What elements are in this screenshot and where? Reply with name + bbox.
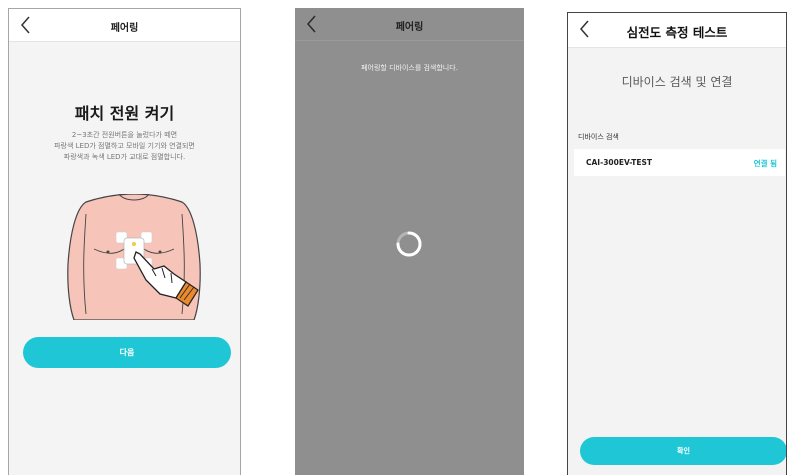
chest-patch-illustration (64, 193, 204, 321)
guide-description-line: 2~3초간 전원버튼을 눌렀다가 떼면 (71, 131, 178, 139)
connection-heading: 디바이스 검색 및 연결 (621, 75, 733, 89)
top-bar: 페어링 (9, 9, 240, 42)
next-button[interactable]: 다음 (23, 337, 231, 368)
screen-power-on-guide: 페어링 패치 전원 켜기 2~3초간 전원버튼을 눌렀다가 떼면 파랑색 LED… (8, 8, 241, 475)
page-title: 심전도 측정 테스트 (626, 25, 728, 40)
section-label: 디바이스 검색 (578, 133, 619, 141)
guide-description-line: 파랑색 LED가 점멸하고 모바일 기기와 연결되면 (54, 142, 195, 150)
device-list-item[interactable]: CAI-300EV-TEST 연결 됨 (574, 149, 785, 176)
top-bar: 페어링 (295, 8, 524, 41)
guide-description-line: 파랑색과 녹색 LED가 교대로 점멸합니다. (63, 153, 186, 161)
screen-device-search-loading: 페어링 페어링할 디바이스를 검색합니다. (295, 8, 524, 475)
top-bar: 심전도 측정 테스트 (568, 13, 786, 48)
page-title: 페어링 (395, 22, 424, 33)
page-title: 페어링 (110, 23, 139, 34)
connection-status-badge: 연결 됨 (753, 159, 777, 168)
screen-device-connection: 심전도 측정 테스트 디바이스 검색 및 연결 디바이스 검색 CAI-300E… (567, 12, 787, 475)
search-message: 페어링할 디바이스를 검색합니다. (361, 64, 458, 72)
guide-heading: 패치 전원 켜기 (74, 104, 175, 123)
guide-description: 2~3초간 전원버튼을 눌렀다가 떼면 파랑색 LED가 점멸하고 모바일 기기… (19, 130, 230, 163)
confirm-button[interactable]: 확인 (580, 437, 786, 465)
device-name: CAI-300EV-TEST (586, 158, 653, 167)
loading-spinner-icon (395, 230, 423, 258)
